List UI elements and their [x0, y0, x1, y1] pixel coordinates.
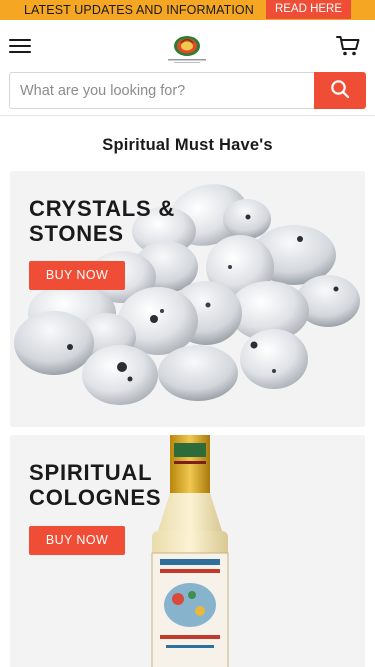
hamburger-menu-icon[interactable] — [9, 38, 31, 54]
read-here-button[interactable]: READ HERE — [266, 0, 351, 19]
section-title: Spiritual Must Have's — [102, 136, 273, 154]
collection-card-crystals[interactable]: CRYSTALS & STONES BUY NOW — [10, 171, 365, 427]
buy-now-button-colognes[interactable]: BUY NOW — [29, 526, 125, 555]
card-heading-line1: CRYSTALS & — [29, 196, 176, 221]
search-button[interactable] — [314, 72, 366, 109]
buy-now-button-crystals[interactable]: BUY NOW — [29, 261, 125, 290]
collection-card-colognes[interactable]: SPIRITUAL COLOGNES BUY NOW — [10, 435, 365, 667]
site-header — [0, 20, 375, 116]
card-heading-line2: STONES — [29, 221, 124, 246]
card-heading: CRYSTALS & STONES — [29, 196, 175, 246]
card-heading: SPIRITUAL COLOGNES — [29, 460, 161, 510]
card-heading-line2: COLOGNES — [29, 485, 162, 510]
shopping-cart-icon[interactable] — [336, 35, 360, 57]
search-input[interactable] — [9, 72, 314, 109]
announcement-bar: LATEST UPDATES AND INFORMATION READ HERE — [0, 0, 375, 20]
search-bar — [9, 72, 366, 109]
store-logo[interactable] — [162, 31, 212, 65]
card-heading-line1: SPIRITUAL — [29, 460, 153, 485]
announcement-text: LATEST UPDATES AND INFORMATION — [24, 3, 254, 17]
search-icon — [330, 79, 350, 102]
